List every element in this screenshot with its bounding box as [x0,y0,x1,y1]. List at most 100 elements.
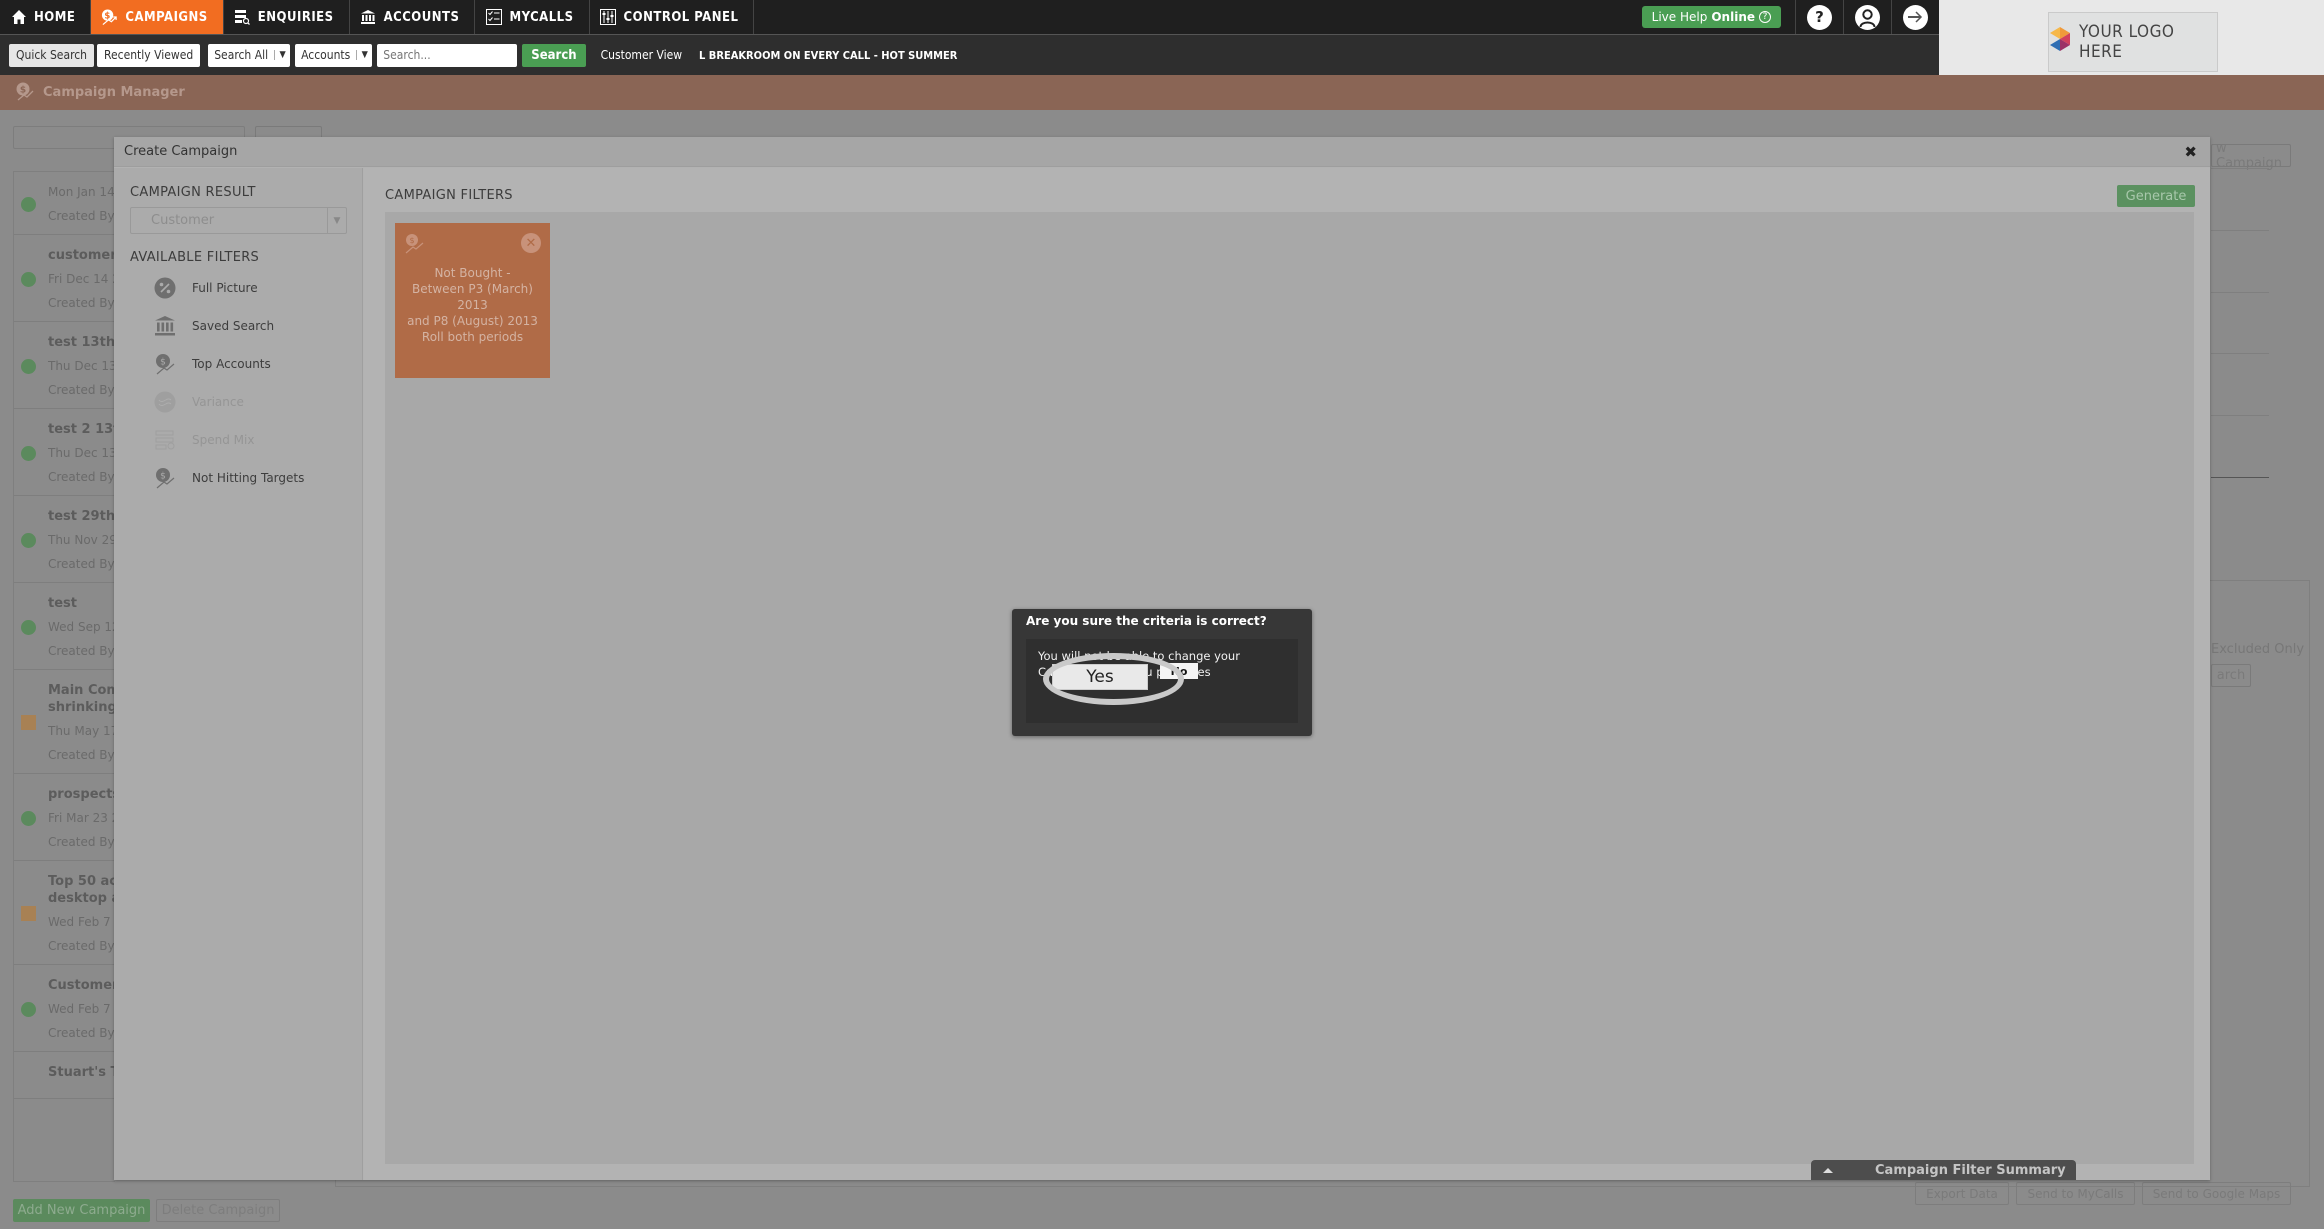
add-new-campaign-button[interactable]: Add New Campaign [13,1199,150,1222]
recently-viewed-tab[interactable]: Recently Viewed [97,43,201,67]
campaign-list-item[interactable]: test 13th d Thu Dec 13 Created By: [14,322,115,409]
remove-filter-icon[interactable]: ✕ [521,233,541,253]
search-input[interactable] [377,43,518,67]
nav-home[interactable]: HOME [0,0,92,34]
live-help-status: Online [1711,10,1755,24]
user-icon [1855,4,1880,30]
applied-filter-card[interactable]: $ ✕ Not Bought - Between P3 (March) 2013… [395,223,550,378]
bank-icon [360,9,377,26]
campaign-date: Wed Sep 12 [48,620,115,634]
status-active-icon [21,1001,36,1017]
modal-header: Create Campaign [114,137,2210,167]
filter-full-picture[interactable]: Full Picture [154,277,258,299]
nav-mycalls-label: MYCALLS [509,9,574,25]
logout-button[interactable] [1891,0,1939,34]
help-button[interactable]: ? [1795,0,1843,34]
nav-accounts[interactable]: ACCOUNTS [350,0,476,34]
nav-control-panel[interactable]: CONTROL PANEL [590,0,755,34]
logo-area: YOUR LOGO HERE [1939,0,2324,75]
quick-search-tab[interactable]: Quick Search [9,43,95,67]
campaign-created-by: Created By: [48,1026,115,1040]
campaign-result-select[interactable]: Customer ▼ [130,207,347,234]
campaign-result-value: Customer [151,213,215,228]
nav-campaigns[interactable]: $ CAMPAIGNS [91,0,224,34]
summary-tab-label: Campaign Filter Summary [1875,1162,2066,1178]
enquiries-icon [234,9,251,26]
yes-button[interactable]: Yes [1052,664,1148,690]
filter-label: Saved Search [192,319,275,333]
campaign-date: Mon Jan 14 [48,185,115,199]
chevron-down-icon: ▼ [274,50,290,60]
campaign-date: Fri Mar 23 2 [48,811,115,825]
campaign-date: Wed Feb 7 2 [48,915,115,929]
search-scope-select[interactable]: Search All ▼ [208,43,291,67]
filter-label: Top Accounts [192,357,271,371]
new-campaign-button[interactable]: w Campaign [2211,141,2291,171]
confirm-dialog: Are you sure the criteria is correct? Yo… [1012,609,1312,736]
send-to-mycalls-button[interactable]: Send to MyCalls [2016,1182,2135,1205]
status-active-icon [21,445,36,461]
close-icon[interactable]: ✖ [2184,143,2197,161]
search-entity-select[interactable]: Accounts ▼ [295,43,373,67]
campaign-list-item[interactable]: test 29th n Thu Nov 29 Created By: [14,496,115,583]
filter-label: Spend Mix [192,433,255,447]
campaign-name: prospects [48,787,115,802]
campaign-name: Customer [48,978,115,993]
export-data-button[interactable]: Export Data [1915,1182,2009,1205]
campaign-filter-summary-tab[interactable]: Campaign Filter Summary [1811,1160,2076,1180]
divider [2211,168,2269,169]
nav-enquiries-label: ENQUIRIES [257,9,334,25]
status-active-icon [21,358,36,374]
campaign-date: Thu May 17 [48,724,115,738]
nav-campaigns-label: CAMPAIGNS [125,9,208,25]
filter-top-accounts[interactable]: $ Top Accounts [154,353,271,375]
campaign-list-item[interactable]: customers Fri Dec 14 2 Created By: [14,235,115,322]
search-entity-value: Accounts [301,48,351,62]
chevron-down-icon: ▼ [327,208,346,233]
company-logo: YOUR LOGO HERE [2048,12,2218,72]
generate-button[interactable]: Generate [2117,185,2195,207]
page-title: Campaign Manager [43,85,185,100]
full-picture-icon [154,277,176,299]
variance-icon [154,391,176,413]
logo-text: YOUR LOGO HERE [2079,22,2175,62]
filter-saved-search[interactable]: Saved Search [154,315,274,337]
search-button[interactable]: Search [522,43,586,67]
campaign-list-item[interactable]: Top 50 acc desktop ac Wed Feb 7 2 Created … [14,861,115,965]
campaign-name: test 2 13th [48,422,115,437]
campaign-icon: $ [404,233,426,259]
campaign-list-item[interactable]: Customer Wed Feb 7 2 Created By: [14,965,115,1052]
status-active-icon [21,810,36,826]
filter-line: and P8 (August) 2013 [407,314,538,328]
campaign-name: Main Comp shrinking r [48,683,115,715]
nav-mycalls[interactable]: MYCALLS [475,0,590,34]
filter-label: Not Hitting Targets [192,471,305,485]
campaign-created-by: Created By: [48,835,115,849]
campaign-name: test 29th n [48,509,115,524]
customer-view-link[interactable]: Customer View [601,48,682,62]
campaign-date: Wed Feb 7 2 [48,1002,115,1016]
campaign-date: Thu Nov 29 [48,533,115,547]
nav-accounts-label: ACCOUNTS [383,9,460,25]
confirm-title: Are you sure the criteria is correct? [1026,614,1267,628]
delete-campaign-button[interactable]: Delete Campaign [156,1199,280,1222]
no-button[interactable]: No [1160,663,1198,679]
divider [2211,477,2269,478]
nav-enquiries[interactable]: ENQUIRIES [224,0,350,34]
status-pending-icon [21,906,36,921]
nav-control-panel-label: CONTROL PANEL [623,9,739,25]
campaign-list: Mon Jan 14 Created By: customers Fri Dec 14… [13,171,115,1182]
campaign-list-item[interactable]: test 2 13th Thu Dec 13 Created By: [14,409,115,496]
send-to-google-maps-button[interactable]: Send to Google Maps [2142,1182,2291,1205]
campaign-list-item[interactable]: prospects Fri Mar 23 2 Created By: [14,774,115,861]
campaign-list-item[interactable]: Mon Jan 14 Created By: [14,172,115,235]
campaign-list-item[interactable]: Main Comp shrinking r Thu May 17 Created B… [14,670,115,774]
profile-button[interactable] [1843,0,1891,34]
campaign-list-item[interactable]: Stuart's Te [14,1052,115,1099]
available-filters-label: AVAILABLE FILTERS [130,250,260,265]
filter-sidebar: CAMPAIGN RESULT Customer ▼ AVAILABLE FIL… [114,168,363,1180]
filter-not-hitting-targets[interactable]: $ Not Hitting Targets [154,467,304,489]
live-help-button[interactable]: Live Help Online ? [1641,6,1781,28]
campaign-date: Thu Dec 13 [48,446,115,460]
campaign-list-item[interactable]: test Wed Sep 12 Created By: [14,583,115,670]
